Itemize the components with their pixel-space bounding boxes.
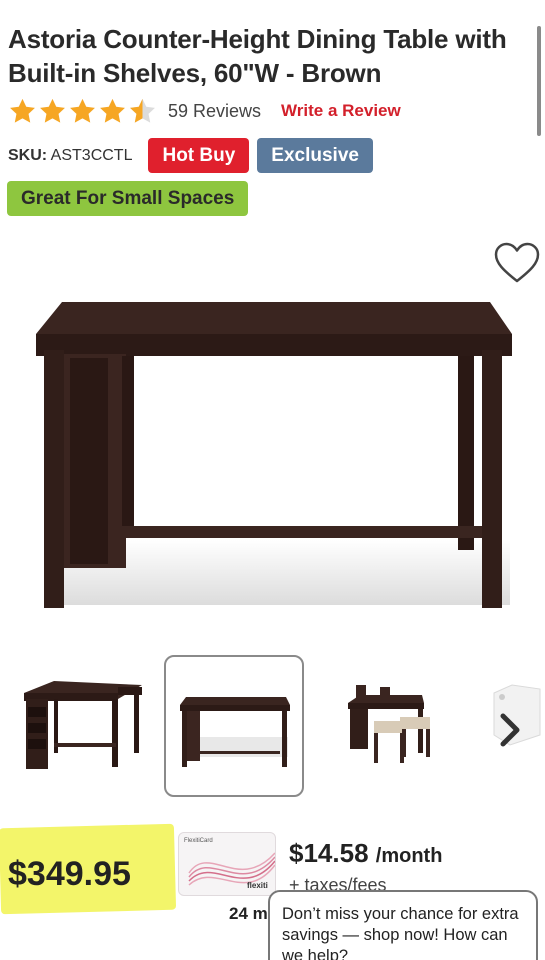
write-review-link[interactable]: Write a Review <box>281 101 401 121</box>
star-icon <box>40 98 65 123</box>
tabletop <box>36 302 512 334</box>
page-scrollbar[interactable] <box>537 26 541 136</box>
monthly-amount: $14.58 <box>289 838 369 868</box>
chevron-right-icon[interactable] <box>490 710 530 750</box>
product-price: $349.95 <box>8 855 131 893</box>
chat-message: Don’t miss your chance for extra savings… <box>282 905 519 960</box>
star-icon <box>10 98 35 123</box>
star-icon <box>100 98 125 123</box>
thumbnail-1[interactable] <box>14 655 154 797</box>
sku-label: SKU: <box>8 146 48 164</box>
card-brand-logo: flexiti <box>247 881 268 890</box>
product-rating[interactable]: 59 Reviews Write a Review <box>8 96 401 126</box>
table-leg <box>458 356 474 550</box>
hot-buy-badge: Hot Buy <box>148 138 250 173</box>
table-leg <box>482 350 502 608</box>
thumbnail-2-selected[interactable] <box>164 655 304 797</box>
financing-term: 24 m <box>229 904 268 923</box>
card-label: FlexitiCard <box>184 838 213 844</box>
small-spaces-badge: Great For Small Spaces <box>7 181 249 216</box>
table-leg <box>44 350 64 608</box>
table-leg <box>122 356 134 528</box>
sku-value: AST3CCTL <box>50 146 133 164</box>
floor-shadow <box>60 540 510 605</box>
thumbnail-3[interactable] <box>334 655 474 797</box>
table-apron <box>36 334 512 356</box>
star-icon <box>70 98 95 123</box>
half-star-icon <box>130 98 155 123</box>
footrest-stretcher <box>120 526 482 538</box>
gallery-thumbnails <box>0 655 545 800</box>
sku: SKU: AST3CCTL <box>8 147 132 165</box>
heart-outline-icon[interactable] <box>493 241 541 285</box>
star-rating <box>8 97 158 126</box>
monthly-payment: $14.58 /month <box>289 838 442 869</box>
chat-popup[interactable]: Don’t miss your chance for extra savings… <box>268 890 538 960</box>
monthly-unit: /month <box>375 845 443 867</box>
flexiti-card-image[interactable]: FlexitiCard flexiti <box>178 832 276 896</box>
reviews-count-link[interactable]: 59 Reviews <box>168 101 261 122</box>
product-title: Astoria Counter-Height Dining Table with… <box>8 24 507 88</box>
product-meta: SKU: AST3CCTL Hot Buy Exclusive <box>8 138 381 173</box>
exclusive-badge: Exclusive <box>257 138 373 173</box>
main-product-image[interactable] <box>0 290 545 620</box>
